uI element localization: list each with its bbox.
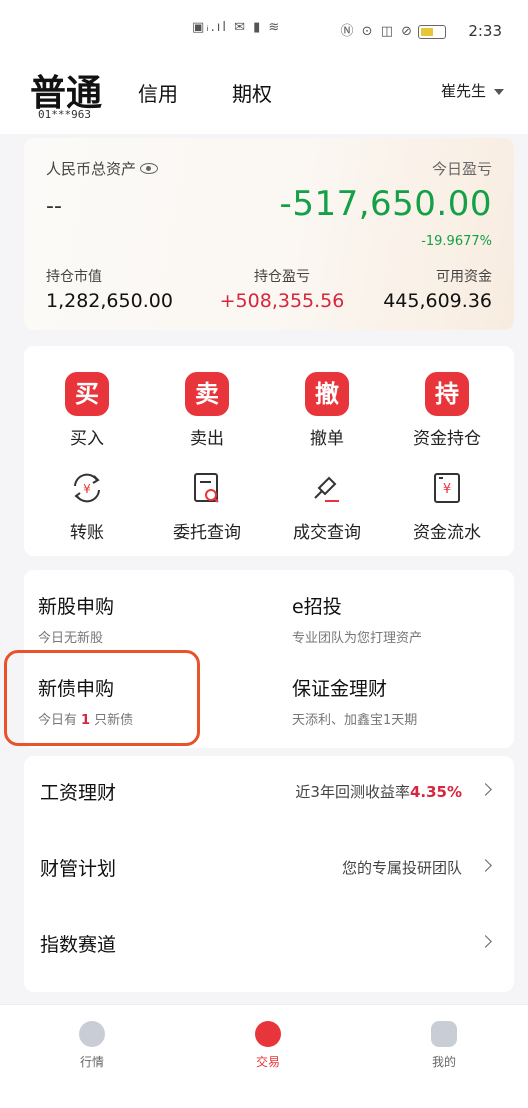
tab-mine[interactable]: 我的 [404,1021,484,1070]
market-icon [79,1021,105,1047]
ipo-subscribe-item[interactable]: 新股申购 今日无新股 [38,592,114,646]
stat-market-value: 持仓市值 1,282,650.00 [46,266,173,312]
total-asset-label: 人民币总资产 [46,158,159,179]
stat-label: 持仓市值 [46,269,102,285]
margin-finance-title: 保证金理财 [292,678,388,700]
chevron-right-icon [479,859,492,872]
chevron-right-icon [479,783,492,796]
highlight-annotation [4,650,200,746]
fund-flow-icon: ¥ [425,466,469,510]
positions-button[interactable]: 持 资金持仓 [392,372,502,449]
user-menu[interactable]: 崔先生 [441,80,504,101]
stat-available-funds: 可用资金 445,609.36 [383,266,492,312]
account-number: 01***963 [38,108,91,121]
buy-button[interactable]: 买 买入 [32,372,142,449]
today-pl-label: 今日盈亏 [431,160,492,178]
positions-icon: 持 [425,372,469,416]
sell-icon: 卖 [185,372,229,416]
list-item-desc: 近3年回测收益率4.35% [295,783,462,801]
list-item-title: 财管计划 [40,858,117,880]
deal-query-label: 成交查询 [293,523,361,543]
user-name: 崔先生 [440,82,486,100]
list-item-title: 工资理财 [40,782,117,804]
transfer-icon: ¥ [65,466,109,510]
transfer-button[interactable]: ¥ 转账 [32,466,142,543]
tab-credit[interactable]: 信用 [138,78,178,107]
svg-text:¥: ¥ [443,482,451,497]
tab-trade[interactable]: 交易 [228,1021,308,1070]
buy-icon: 买 [65,372,109,416]
list-item-salary[interactable]: 工资理财 近3年回测收益率4.35% [24,756,514,826]
tab-mine-label: 我的 [431,1055,456,1069]
trade-icon [255,1021,281,1047]
asset-card: 人民币总资产 -- 今日盈亏 -517,650.00 -19.9677% 持仓市… [24,138,514,330]
sell-button[interactable]: 卖 卖出 [152,372,262,449]
e-invest-item[interactable]: e招投 专业团队为您打理资产 [292,592,422,646]
sell-label: 卖出 [190,429,224,449]
today-pl-percent: -19.9677% [421,234,492,249]
tab-market[interactable]: 行情 [52,1021,132,1070]
quick-actions-card: 买 买入 卖 卖出 撤 撤单 持 资金持仓 ¥ 转账 委托查询 成交查询 ¥ 资… [24,346,514,556]
ipo-sub: 今日无新股 [38,631,104,646]
margin-finance-sub: 天添利、加鑫宝1天期 [292,713,418,728]
profile-icon [431,1021,457,1047]
positions-label: 资金持仓 [413,429,481,449]
total-asset-value: -- [46,194,62,219]
stat-label: 可用资金 [436,269,492,285]
product-list: 工资理财 近3年回测收益率4.35% 财管计划 您的专属投研团队 指数赛道 [24,756,514,992]
chevron-right-icon [479,935,492,948]
fund-flow-label: 资金流水 [413,523,481,543]
list-item-index-track[interactable]: 指数赛道 [24,908,514,978]
tab-market-label: 行情 [79,1055,104,1069]
eye-icon[interactable] [140,163,159,174]
header: 普通 01***963 信用 期权 崔先生 [0,62,528,134]
status-time: 2:33 [468,22,502,40]
battery-icon [418,24,446,39]
tab-options[interactable]: 期权 [232,78,272,107]
stat-label: 持仓盈亏 [254,269,310,285]
order-query-label: 委托查询 [173,523,241,543]
list-item-desc: 您的专属投研团队 [341,859,462,877]
stat-position-pl: 持仓盈亏 +508,355.56 [202,266,362,312]
caret-down-icon [494,88,504,95]
today-pl-value: -517,650.00 [279,184,492,224]
order-query-button[interactable]: 委托查询 [152,466,262,543]
e-invest-title: e招投 [292,596,342,618]
fund-flow-button[interactable]: ¥ 资金流水 [392,466,502,543]
buy-label: 买入 [70,429,104,449]
status-icons-left: ▣ᵢ.ıl ✉ ▮ ≋ [192,20,282,35]
stat-value: 445,609.36 [383,290,492,312]
list-item-title: 指数赛道 [40,934,117,956]
tab-trade-label: 交易 [255,1055,280,1069]
order-query-icon [185,466,229,510]
status-bar: ▣ᵢ.ıl ✉ ▮ ≋ Ⓝ ⊙ ◫ ⊘ 2:33 [0,0,528,62]
bottom-tab-bar: 行情 交易 我的 [0,1004,528,1108]
transfer-label: 转账 [70,523,104,543]
cancel-order-button[interactable]: 撤 撤单 [272,372,382,449]
return-rate: 4.35% [409,783,462,801]
ipo-title: 新股申购 [38,596,115,618]
list-item-wealth-plan[interactable]: 财管计划 您的专属投研团队 [24,832,514,902]
cancel-order-icon: 撤 [305,372,349,416]
deal-query-button[interactable]: 成交查询 [272,466,382,543]
status-icons-right: Ⓝ ⊙ ◫ ⊘ [341,20,446,39]
deal-query-icon [305,466,349,510]
margin-finance-item[interactable]: 保证金理财 天添利、加鑫宝1天期 [292,674,417,728]
svg-text:¥: ¥ [83,482,91,496]
stat-value: 1,282,650.00 [46,290,173,312]
cancel-order-label: 撤单 [310,429,344,449]
e-invest-sub: 专业团队为您打理资产 [292,631,423,646]
stat-value: +508,355.56 [219,290,345,312]
